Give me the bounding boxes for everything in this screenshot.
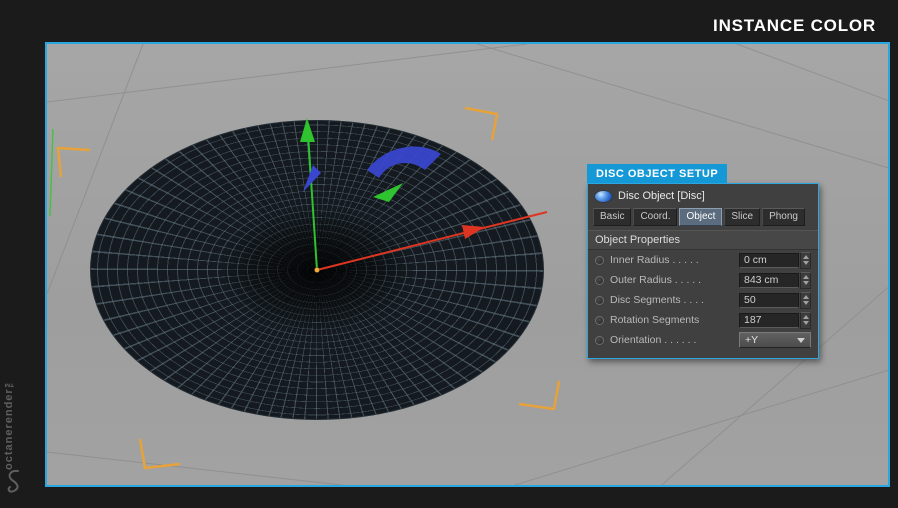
bracket-top-right	[465, 108, 497, 140]
stepper-up-icon[interactable]	[803, 255, 809, 259]
stepper-down-icon[interactable]	[803, 301, 809, 305]
rotation-segments-stepper[interactable]	[800, 312, 811, 329]
rotation-band-blue-handle[interactable]	[367, 147, 441, 178]
grid-line	[47, 452, 377, 485]
selection-brackets	[58, 108, 559, 468]
tab-phong[interactable]: Phong	[762, 208, 805, 226]
outer-radius-control: 843 cm	[739, 272, 811, 289]
stepper-up-icon[interactable]	[803, 295, 809, 299]
page-title: INSTANCE COLOR	[713, 16, 876, 36]
y-axis-arrow-handle[interactable]	[300, 118, 315, 142]
section-object-properties: Object Properties	[588, 230, 818, 250]
y-axis-line[interactable]	[308, 134, 317, 270]
stepper-up-icon[interactable]	[803, 315, 809, 319]
x-axis-arrow-handle[interactable]	[462, 225, 485, 239]
inner-radius-stepper[interactable]	[800, 252, 811, 269]
chevron-down-icon	[797, 338, 805, 343]
object-name-label: Disc Object [Disc]	[618, 190, 705, 202]
keyframe-circle-icon[interactable]	[595, 296, 604, 305]
orientation-value: +Y	[745, 334, 758, 346]
outer-radius-stepper[interactable]	[800, 272, 811, 289]
inner-radius-input[interactable]: 0 cm	[739, 253, 799, 268]
keyframe-circle-icon[interactable]	[595, 336, 604, 345]
octanerender-watermark: octanerender™	[3, 358, 15, 470]
rotation-band-green-handle[interactable]	[373, 183, 403, 202]
prop-label: Inner Radius . . . . .	[610, 254, 733, 266]
bracket-bottom-left	[140, 439, 180, 468]
prop-row-orientation: Orientation . . . . . . +Y	[588, 330, 818, 350]
viewport-canvas[interactable]: DISC OBJECT SETUP Disc Object [Disc] Bas…	[47, 44, 888, 485]
rotation-segments-input[interactable]: 187	[739, 313, 799, 328]
tab-object[interactable]: Object	[679, 208, 722, 226]
object-header: Disc Object [Disc]	[588, 184, 818, 207]
prop-row-inner-radius: Inner Radius . . . . . 0 cm	[588, 250, 818, 270]
inner-radius-control: 0 cm	[739, 252, 811, 269]
object-origin-dot[interactable]	[315, 268, 320, 273]
disc-segments-input[interactable]: 50	[739, 293, 799, 308]
keyframe-circle-icon[interactable]	[595, 256, 604, 265]
keyframe-circle-icon[interactable]	[595, 276, 604, 285]
stepper-down-icon[interactable]	[803, 321, 809, 325]
grid-line	[47, 44, 527, 102]
panel-title: DISC OBJECT SETUP	[587, 164, 727, 183]
outer-radius-input[interactable]: 843 cm	[739, 273, 799, 288]
disc-segments-stepper[interactable]	[800, 292, 811, 309]
bracket-left	[58, 148, 90, 177]
rotation-segments-control: 187	[739, 312, 811, 329]
prop-label: Outer Radius . . . . .	[610, 274, 733, 286]
stepper-down-icon[interactable]	[803, 281, 809, 285]
grid-line	[737, 44, 888, 102]
stepper-down-icon[interactable]	[803, 261, 809, 265]
keyframe-circle-icon[interactable]	[595, 316, 604, 325]
tab-slice[interactable]: Slice	[724, 208, 760, 226]
prop-row-outer-radius: Outer Radius . . . . . 843 cm	[588, 270, 818, 290]
prop-row-disc-segments: Disc Segments . . . . 50	[588, 290, 818, 310]
orientation-dropdown[interactable]: +Y	[739, 332, 811, 348]
tab-coord[interactable]: Coord.	[633, 208, 677, 226]
tab-basic[interactable]: Basic	[593, 208, 631, 226]
disc-object-icon	[595, 191, 612, 202]
octane-logo-icon	[4, 468, 24, 494]
disc-object-setup-panel: DISC OBJECT SETUP Disc Object [Disc] Bas…	[587, 164, 819, 359]
prop-label: Rotation Segments	[610, 314, 733, 326]
stepper-up-icon[interactable]	[803, 275, 809, 279]
panel-tabs: Basic Coord. Object Slice Phong	[588, 207, 818, 230]
bracket-bottom-right	[519, 381, 559, 409]
disc-segments-control: 50	[739, 292, 811, 309]
panel-body: Disc Object [Disc] Basic Coord. Object S…	[587, 183, 819, 359]
grid-line	[502, 369, 888, 485]
prop-label: Disc Segments . . . .	[610, 294, 733, 306]
viewport-3d[interactable]: DISC OBJECT SETUP Disc Object [Disc] Bas…	[45, 42, 890, 487]
world-y-axis-line	[50, 129, 53, 216]
app-window: INSTANCE COLOR octanerender™	[0, 0, 898, 508]
x-axis-line[interactable]	[317, 212, 547, 270]
prop-row-rotation-segments: Rotation Segments 187	[588, 310, 818, 330]
prop-label: Orientation . . . . . .	[610, 334, 733, 346]
grid-line	[477, 44, 888, 169]
